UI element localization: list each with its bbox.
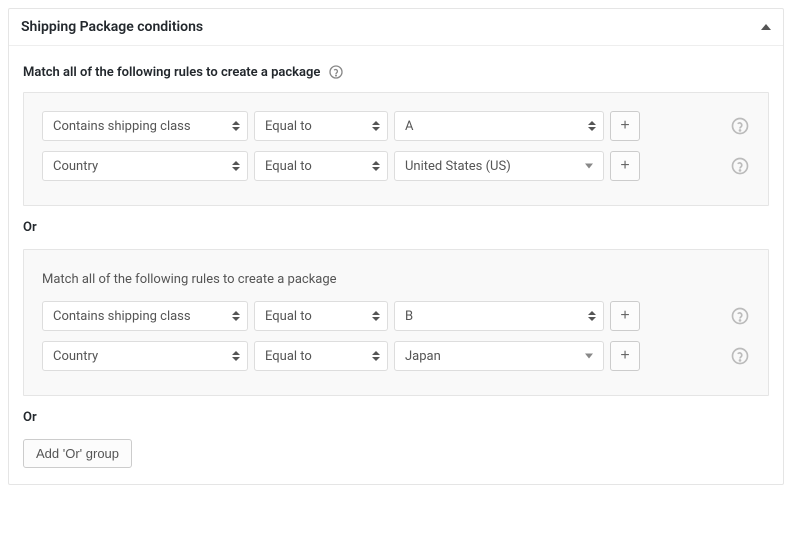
condition-row: Country Equal to Japan + — [42, 341, 750, 371]
help-icon[interactable] — [730, 156, 750, 176]
value-select-value: Japan — [405, 349, 441, 364]
or-separator: Or — [23, 220, 769, 235]
panel-body: Match all of the following rules to crea… — [9, 46, 783, 484]
help-icon[interactable] — [328, 64, 344, 80]
operator-select-value: Equal to — [265, 119, 312, 134]
add-condition-button[interactable]: + — [610, 111, 640, 141]
add-condition-button[interactable]: + — [610, 301, 640, 331]
value-select-value: B — [405, 309, 413, 324]
field-select[interactable]: Country — [42, 341, 248, 371]
value-select[interactable]: United States (US) — [394, 151, 604, 181]
field-select-value: Contains shipping class — [53, 119, 191, 134]
updown-caret-icon — [372, 351, 380, 361]
updown-caret-icon — [372, 121, 380, 131]
value-select[interactable]: Japan — [394, 341, 604, 371]
dropdown-caret-icon — [585, 164, 593, 169]
value-select-value: United States (US) — [405, 159, 511, 174]
group-match-all-label: Match all of the following rules to crea… — [42, 272, 750, 287]
panel-header[interactable]: Shipping Package conditions — [9, 9, 783, 46]
operator-select[interactable]: Equal to — [254, 301, 388, 331]
updown-caret-icon — [588, 311, 596, 321]
value-select[interactable]: A — [394, 111, 604, 141]
operator-select[interactable]: Equal to — [254, 151, 388, 181]
collapse-caret-icon[interactable] — [761, 24, 771, 30]
field-select-value: Contains shipping class — [53, 309, 191, 324]
operator-select-value: Equal to — [265, 159, 312, 174]
field-select-value: Country — [53, 159, 98, 174]
condition-group: Match all of the following rules to crea… — [23, 249, 769, 396]
updown-caret-icon — [372, 161, 380, 171]
updown-caret-icon — [372, 311, 380, 321]
add-condition-button[interactable]: + — [610, 341, 640, 371]
field-select[interactable]: Country — [42, 151, 248, 181]
or-separator: Or — [23, 410, 769, 425]
match-all-label: Match all of the following rules to crea… — [23, 64, 769, 80]
condition-row: Country Equal to United States (US) + — [42, 151, 750, 181]
updown-caret-icon — [232, 161, 240, 171]
updown-caret-icon — [232, 121, 240, 131]
operator-select[interactable]: Equal to — [254, 341, 388, 371]
match-all-text: Match all of the following rules to crea… — [23, 65, 320, 80]
dropdown-caret-icon — [585, 354, 593, 359]
add-condition-button[interactable]: + — [610, 151, 640, 181]
field-select[interactable]: Contains shipping class — [42, 301, 248, 331]
conditions-panel: Shipping Package conditions Match all of… — [8, 8, 784, 485]
help-icon[interactable] — [730, 306, 750, 326]
updown-caret-icon — [588, 121, 596, 131]
value-select[interactable]: B — [394, 301, 604, 331]
help-icon[interactable] — [730, 346, 750, 366]
value-select-value: A — [405, 119, 413, 134]
condition-group: Contains shipping class Equal to A + — [23, 92, 769, 206]
operator-select-value: Equal to — [265, 309, 312, 324]
updown-caret-icon — [232, 311, 240, 321]
condition-row: Contains shipping class Equal to B + — [42, 301, 750, 331]
operator-select[interactable]: Equal to — [254, 111, 388, 141]
add-or-group-button[interactable]: Add 'Or' group — [23, 439, 132, 468]
help-icon[interactable] — [730, 116, 750, 136]
field-select-value: Country — [53, 349, 98, 364]
panel-title: Shipping Package conditions — [21, 19, 203, 35]
updown-caret-icon — [232, 351, 240, 361]
field-select[interactable]: Contains shipping class — [42, 111, 248, 141]
operator-select-value: Equal to — [265, 349, 312, 364]
condition-row: Contains shipping class Equal to A + — [42, 111, 750, 141]
